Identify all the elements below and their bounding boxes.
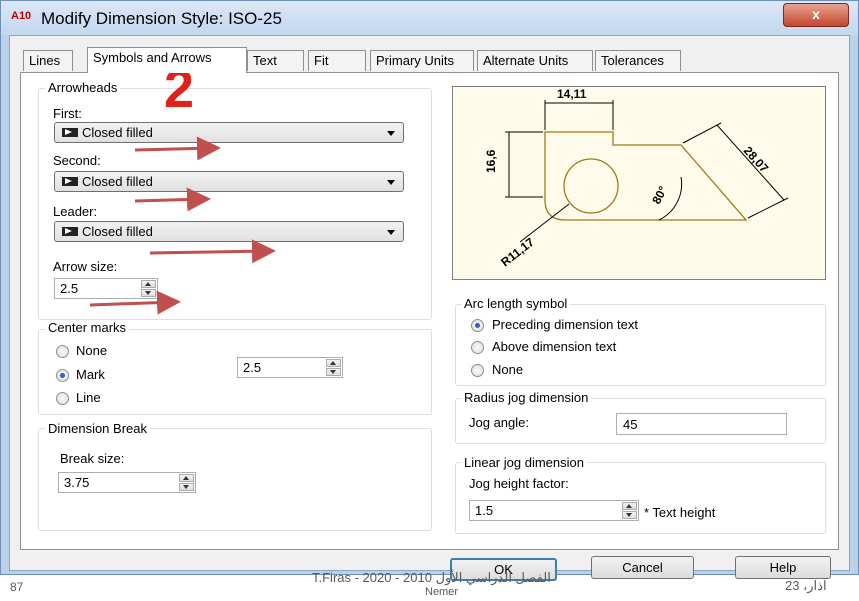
annotation-arrow-leader (149, 239, 276, 264)
annotation-arrow-second (134, 187, 211, 212)
annotation-arrow-first (134, 136, 221, 161)
tab-symbols-and-arrows[interactable]: Symbols and Arrows (87, 47, 247, 73)
annotation-arrow-arrow-size (89, 290, 181, 315)
annotation-arrows (89, 136, 276, 315)
